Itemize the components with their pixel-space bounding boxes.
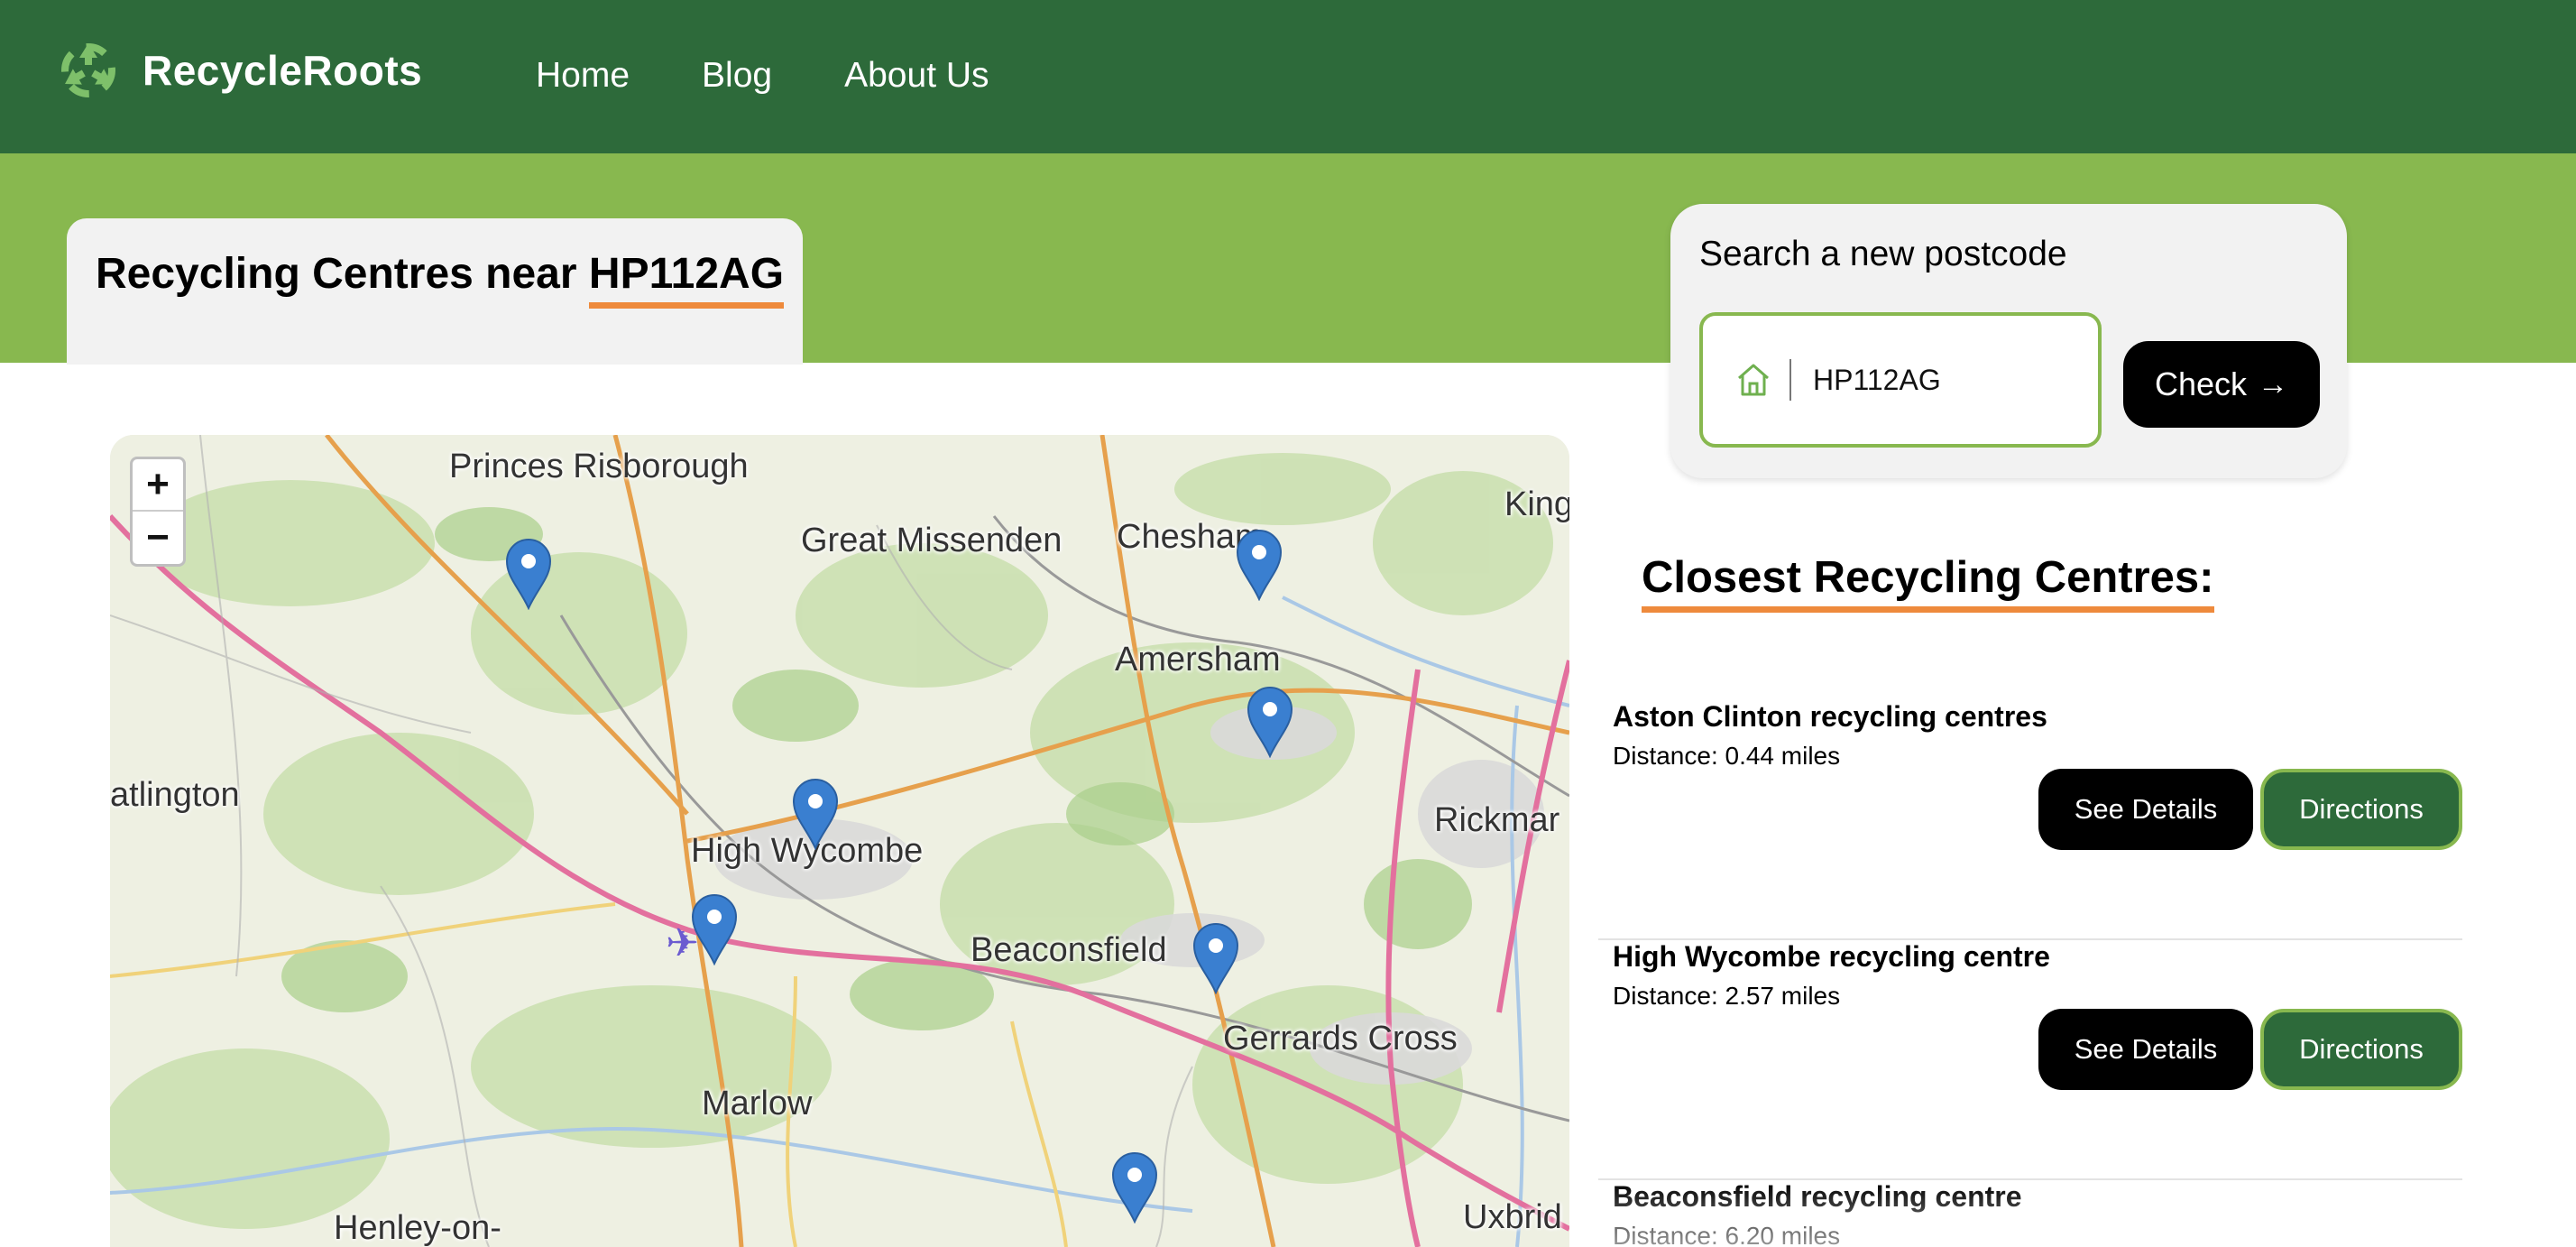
map-pin-icon[interactable]	[1247, 686, 1293, 758]
search-label: Search a new postcode	[1699, 235, 2067, 273]
title-tab: Recycling Centres near HP112AG	[67, 218, 803, 365]
check-button-label: Check	[2154, 365, 2248, 402]
brand-name: RecycleRoots	[143, 47, 423, 94]
check-button[interactable]: Check →	[2123, 341, 2320, 428]
zoom-out-button[interactable]: −	[133, 512, 183, 564]
map-label: Gerrards Cross	[1223, 1020, 1458, 1058]
map-label: atlington	[110, 776, 240, 814]
result-name: Beaconsfield recycling centre	[1613, 1180, 2022, 1213]
result-item: High Wycombe recycling centre Distance: …	[1598, 940, 2462, 1180]
map-pin-icon[interactable]	[792, 778, 839, 850]
postcode-search-card: Search a new postcode Check →	[1670, 204, 2347, 478]
directions-button[interactable]: Directions	[2260, 1009, 2462, 1090]
zoom-control: + −	[130, 457, 186, 567]
map-label: Rickmar	[1434, 801, 1560, 839]
result-distance: Distance: 6.20 miles	[1613, 1222, 1841, 1247]
postcode-input[interactable]	[1813, 363, 2047, 397]
result-item: Beaconsfield recycling centre Distance: …	[1598, 1180, 2462, 1247]
result-distance: Distance: 0.44 miles	[1613, 742, 1841, 770]
map-pin-icon[interactable]	[505, 538, 552, 610]
input-divider	[1789, 359, 1791, 401]
page-title: Recycling Centres near HP112AG	[96, 249, 785, 309]
brand[interactable]: RecycleRoots	[56, 38, 422, 103]
result-distance: Distance: 2.57 miles	[1613, 982, 1841, 1010]
map-pin-icon[interactable]	[1236, 529, 1283, 601]
zoom-in-button[interactable]: +	[133, 459, 183, 512]
map-label: Amersham	[1115, 641, 1281, 679]
result-item: Aston Clinton recycling centres Distance…	[1598, 700, 2462, 940]
nav-about-link[interactable]: About Us	[844, 56, 989, 96]
main-nav: Home Blog About Us	[536, 56, 1062, 96]
map-label: Great Missenden	[801, 522, 1063, 559]
map-pin-icon[interactable]	[691, 893, 738, 965]
map-label: Marlow	[702, 1085, 813, 1122]
map-label: Beaconsfield	[971, 931, 1167, 969]
results-heading: Closest Recycling Centres:	[1642, 552, 2214, 613]
recycling-map[interactable]: + − Princes Risborough Great Missenden C…	[110, 435, 1569, 1247]
arrow-right-icon: →	[2258, 366, 2289, 402]
page-title-prefix: Recycling Centres near	[96, 250, 577, 298]
see-details-button[interactable]: See Details	[2038, 1009, 2253, 1090]
home-icon	[1738, 364, 1769, 396]
map-label: Princes Risborough	[449, 448, 749, 485]
map-label: Henley-on-	[334, 1209, 501, 1247]
map-pin-icon[interactable]	[1192, 922, 1239, 994]
directions-button[interactable]: Directions	[2260, 769, 2462, 850]
map-pin-icon[interactable]	[1111, 1151, 1158, 1224]
recycle-icon	[61, 43, 115, 97]
postcode-field[interactable]	[1699, 312, 2102, 448]
nav-home-link[interactable]: Home	[536, 56, 630, 96]
nav-blog-link[interactable]: Blog	[702, 56, 772, 96]
result-name: Aston Clinton recycling centres	[1613, 700, 2047, 733]
top-navbar: RecycleRoots Home Blog About Us	[0, 0, 2576, 153]
map-label: Uxbrid	[1463, 1198, 1562, 1236]
page-title-postcode: HP112AG	[588, 249, 785, 309]
map-label: King	[1504, 485, 1569, 523]
see-details-button[interactable]: See Details	[2038, 769, 2253, 850]
result-name: High Wycombe recycling centre	[1613, 940, 2050, 973]
